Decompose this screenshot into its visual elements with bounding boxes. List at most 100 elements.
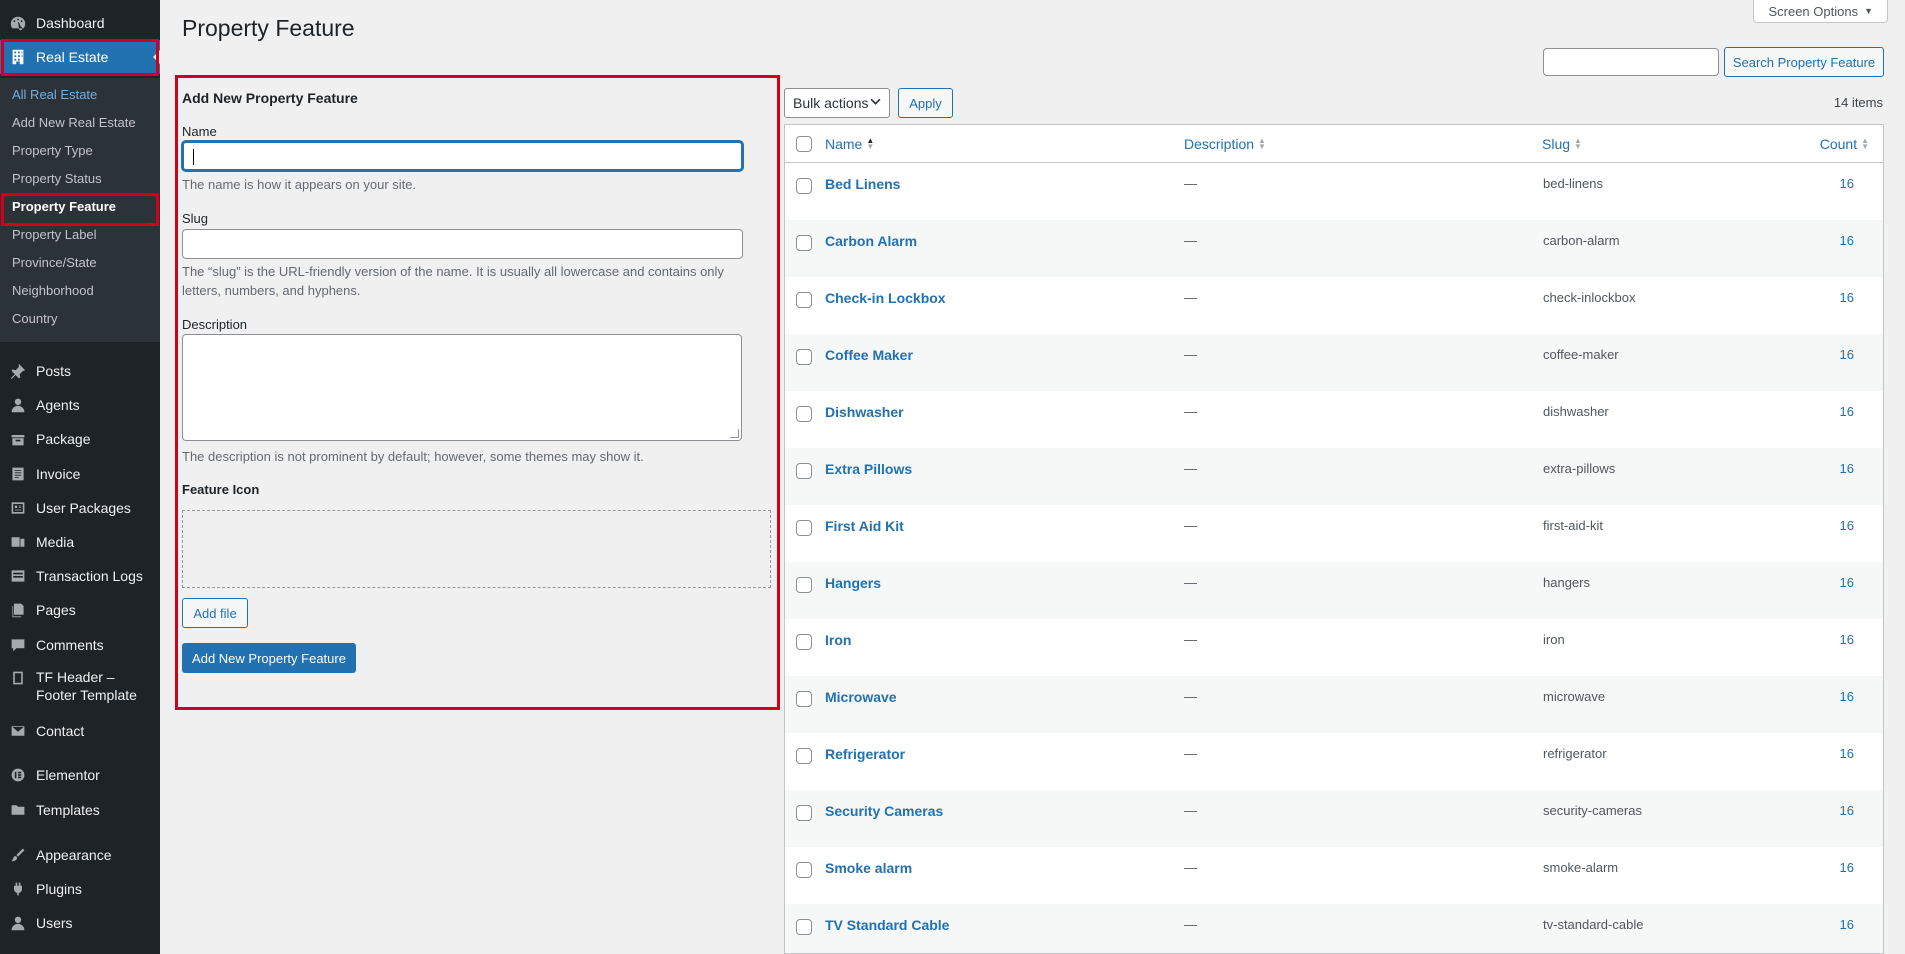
menu-appearance-label: Appearance bbox=[36, 847, 112, 863]
submenu-property-status[interactable]: Property Status bbox=[12, 171, 102, 186]
menu-pages[interactable]: Pages bbox=[0, 593, 160, 627]
term-description: — bbox=[1184, 575, 1197, 590]
screen-options-button[interactable]: Screen Options ▼ bbox=[1753, 0, 1888, 23]
submenu-province-state[interactable]: Province/State bbox=[12, 255, 97, 270]
search-property-feature-button[interactable]: Search Property Feature bbox=[1724, 47, 1884, 77]
row-checkbox[interactable] bbox=[796, 805, 812, 821]
submenu-all-real-estate[interactable]: All Real Estate bbox=[12, 87, 97, 102]
term-name-link[interactable]: Dishwasher bbox=[825, 404, 904, 420]
row-checkbox[interactable] bbox=[796, 349, 812, 365]
term-count-link[interactable]: 16 bbox=[1840, 575, 1854, 590]
row-checkbox[interactable] bbox=[796, 577, 812, 593]
menu-posts[interactable]: Posts bbox=[0, 354, 160, 388]
menu-users[interactable]: Users bbox=[0, 906, 160, 940]
row-checkbox[interactable] bbox=[796, 919, 812, 935]
text-caret bbox=[193, 149, 194, 165]
menu-dashboard[interactable]: Dashboard bbox=[0, 6, 160, 40]
term-name-link[interactable]: Coffee Maker bbox=[825, 347, 913, 363]
column-header-slug[interactable]: Slug ▲ ▼ bbox=[1542, 136, 1582, 152]
description-textarea[interactable] bbox=[182, 334, 742, 441]
row-checkbox[interactable] bbox=[796, 691, 812, 707]
term-count-link[interactable]: 16 bbox=[1840, 404, 1854, 419]
menu-elementor[interactable]: Elementor bbox=[0, 758, 160, 792]
term-count-link[interactable]: 16 bbox=[1840, 290, 1854, 305]
feature-icon-dropzone[interactable] bbox=[182, 510, 771, 588]
terms-table: Name ▲ ▼ Description ▲ ▼ Slug ▲ ▼ Count ▲ ▼ … bbox=[784, 124, 1884, 954]
term-name-link[interactable]: Iron bbox=[825, 632, 851, 648]
menu-agents[interactable]: Agents bbox=[0, 388, 160, 422]
term-count-link[interactable]: 16 bbox=[1840, 803, 1854, 818]
comment-icon bbox=[0, 637, 36, 653]
menu-contact[interactable]: Contact bbox=[0, 714, 160, 748]
term-name-link[interactable]: Refrigerator bbox=[825, 746, 905, 762]
term-slug: hangers bbox=[1543, 575, 1590, 590]
row-checkbox[interactable] bbox=[796, 463, 812, 479]
row-checkbox[interactable] bbox=[796, 235, 812, 251]
term-count-link[interactable]: 16 bbox=[1840, 233, 1854, 248]
row-checkbox[interactable] bbox=[796, 862, 812, 878]
menu-plugins[interactable]: Plugins bbox=[0, 872, 160, 906]
column-header-count[interactable]: Count ▲ ▼ bbox=[1820, 136, 1869, 152]
row-checkbox[interactable] bbox=[796, 178, 812, 194]
column-header-name[interactable]: Name ▲ ▼ bbox=[825, 136, 874, 152]
menu-real-estate[interactable]: Real Estate bbox=[0, 40, 160, 74]
term-count-link[interactable]: 16 bbox=[1840, 518, 1854, 533]
apply-button[interactable]: Apply bbox=[898, 88, 953, 118]
term-slug: extra-pillows bbox=[1543, 461, 1616, 476]
menu-media[interactable]: Media bbox=[0, 525, 160, 559]
menu-templates[interactable]: Templates bbox=[0, 793, 160, 827]
add-new-property-feature-button[interactable]: Add New Property Feature bbox=[182, 643, 356, 673]
term-slug: security-cameras bbox=[1543, 803, 1642, 818]
term-name-link[interactable]: Smoke alarm bbox=[825, 860, 912, 876]
menu-appearance[interactable]: Appearance bbox=[0, 838, 160, 872]
term-count-link[interactable]: 16 bbox=[1840, 917, 1854, 932]
column-header-description[interactable]: Description ▲ ▼ bbox=[1184, 136, 1266, 152]
slug-input[interactable] bbox=[182, 229, 743, 259]
menu-package[interactable]: Package bbox=[0, 422, 160, 456]
name-input[interactable] bbox=[182, 141, 743, 171]
term-name-link[interactable]: Bed Linens bbox=[825, 176, 900, 192]
term-count-link[interactable]: 16 bbox=[1840, 689, 1854, 704]
admin-sidebar: Dashboard Real Estate All Real Estate Ad… bbox=[0, 0, 160, 954]
caret-down-icon: ▼ bbox=[1864, 6, 1873, 16]
term-name-link[interactable]: Carbon Alarm bbox=[825, 233, 917, 249]
menu-transaction-logs[interactable]: Transaction Logs bbox=[0, 559, 160, 593]
submenu-country[interactable]: Country bbox=[12, 311, 58, 326]
submenu-property-type[interactable]: Property Type bbox=[12, 143, 93, 158]
elementor-icon bbox=[0, 767, 36, 783]
row-checkbox[interactable] bbox=[796, 292, 812, 308]
term-name-link[interactable]: TV Standard Cable bbox=[825, 917, 949, 933]
row-checkbox[interactable] bbox=[796, 634, 812, 650]
submenu-add-new-real-estate[interactable]: Add New Real Estate bbox=[12, 115, 136, 130]
term-name-link[interactable]: Check-in Lockbox bbox=[825, 290, 946, 306]
submenu-property-label[interactable]: Property Label bbox=[12, 227, 97, 242]
user-icon bbox=[0, 397, 36, 413]
add-file-button[interactable]: Add file bbox=[182, 598, 248, 628]
menu-user-packages[interactable]: User Packages bbox=[0, 491, 160, 525]
search-input[interactable] bbox=[1543, 48, 1719, 76]
menu-invoice[interactable]: Invoice bbox=[0, 457, 160, 491]
term-count-link[interactable]: 16 bbox=[1840, 860, 1854, 875]
term-name-link[interactable]: Hangers bbox=[825, 575, 881, 591]
menu-comments[interactable]: Comments bbox=[0, 628, 160, 662]
term-name-link[interactable]: Extra Pillows bbox=[825, 461, 912, 477]
menu-tf-header-footer[interactable]: TF Header – Footer Template bbox=[0, 668, 160, 708]
term-name-link[interactable]: Microwave bbox=[825, 689, 897, 705]
term-count-link[interactable]: 16 bbox=[1840, 176, 1854, 191]
row-checkbox[interactable] bbox=[796, 520, 812, 536]
term-count-link[interactable]: 16 bbox=[1840, 632, 1854, 647]
term-count-link[interactable]: 16 bbox=[1840, 347, 1854, 362]
invoice-icon bbox=[0, 466, 36, 482]
term-count-link[interactable]: 16 bbox=[1840, 461, 1854, 476]
select-all-checkbox[interactable] bbox=[796, 136, 812, 152]
bulk-actions-value: Bulk actions bbox=[793, 95, 869, 111]
submenu-neighborhood[interactable]: Neighborhood bbox=[12, 283, 94, 298]
term-name-link[interactable]: First Aid Kit bbox=[825, 518, 904, 534]
term-count-link[interactable]: 16 bbox=[1840, 746, 1854, 761]
bulk-actions-select[interactable]: Bulk actions bbox=[784, 88, 890, 118]
row-checkbox[interactable] bbox=[796, 748, 812, 764]
term-name-link[interactable]: Security Cameras bbox=[825, 803, 943, 819]
row-checkbox[interactable] bbox=[796, 406, 812, 422]
table-row: Iron — iron 16 bbox=[785, 619, 1883, 676]
submenu-property-feature[interactable]: Property Feature bbox=[12, 199, 116, 214]
